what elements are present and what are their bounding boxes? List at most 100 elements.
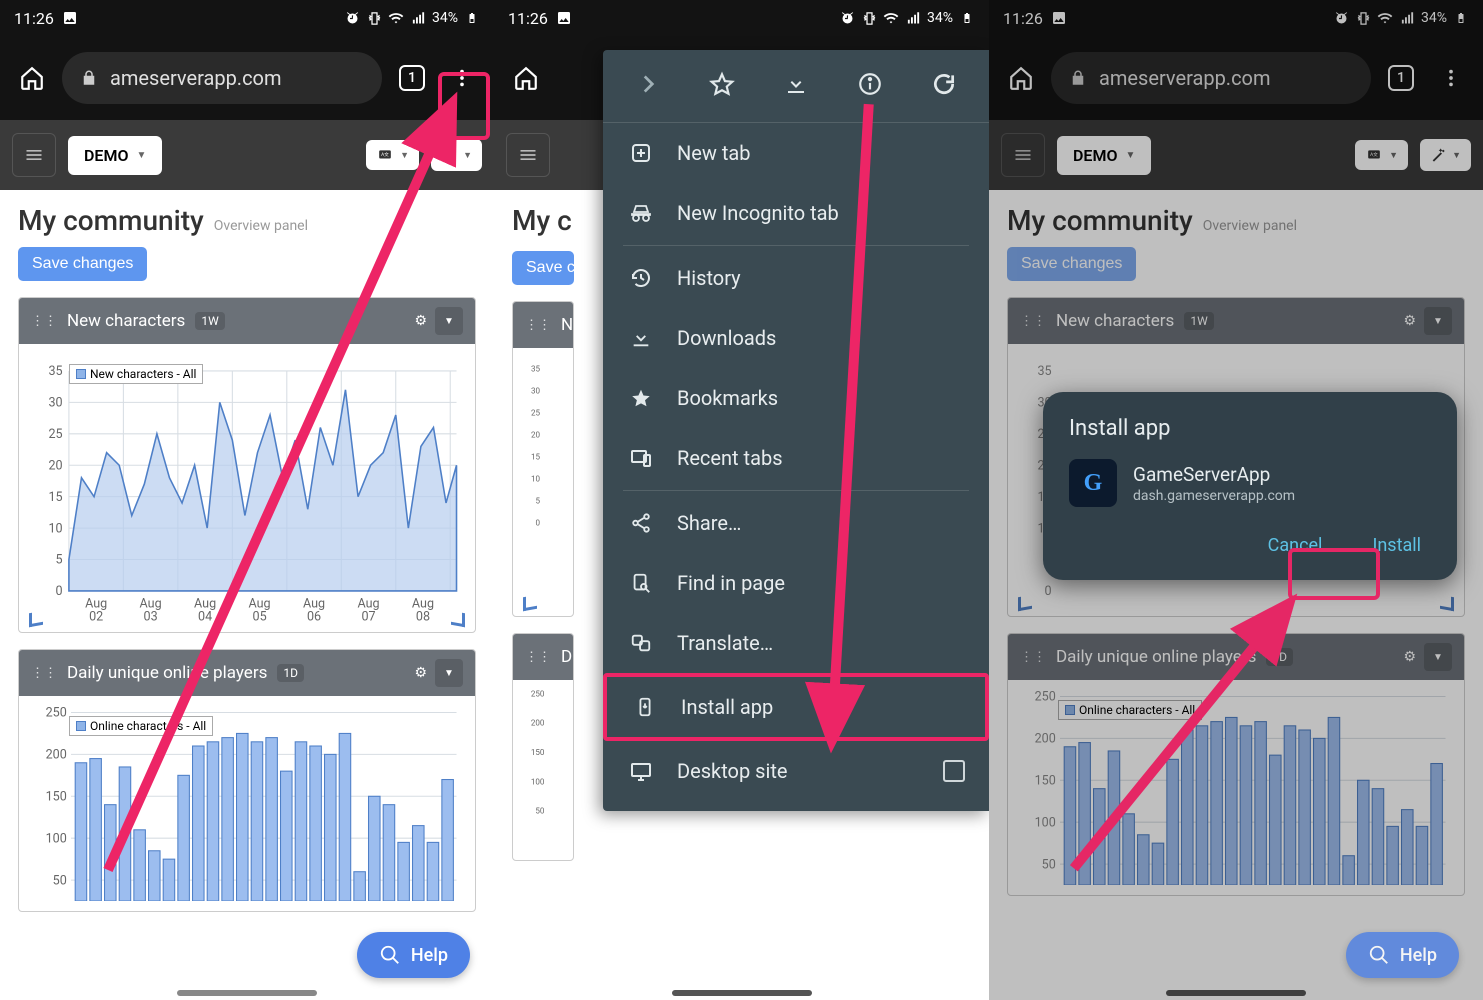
menu-install-app[interactable]: Install app	[603, 673, 989, 741]
svg-text:0: 0	[56, 584, 63, 599]
reload-button[interactable]	[924, 64, 964, 104]
star-icon	[627, 387, 655, 409]
help-button[interactable]: Help	[1346, 932, 1459, 978]
translate-icon: A文	[376, 148, 394, 162]
menu-history[interactable]: History	[603, 248, 989, 308]
menu-find-in-page[interactable]: Find in page	[603, 553, 989, 613]
bar-chart: Online characters - All 250200150 10050	[19, 696, 475, 911]
svg-text:20: 20	[531, 431, 541, 440]
caret-down-icon: ▼	[136, 150, 146, 161]
install-button[interactable]: Install	[1362, 529, 1431, 562]
timerange-badge: 1D	[277, 664, 304, 682]
cancel-button[interactable]: Cancel	[1258, 529, 1333, 562]
language-button[interactable]: A文 ▼	[366, 140, 419, 170]
svg-text:150: 150	[46, 790, 67, 805]
svg-text:07: 07	[361, 609, 375, 622]
menu-recent-tabs[interactable]: Recent tabs	[603, 428, 989, 488]
status-bar: 11:26 34%	[0, 0, 494, 36]
svg-text:100: 100	[531, 777, 545, 786]
svg-text:100: 100	[46, 832, 67, 847]
svg-text:08: 08	[416, 609, 430, 622]
chart-legend: New characters - All	[69, 364, 203, 384]
download-button[interactable]	[776, 64, 816, 104]
svg-text:30: 30	[48, 396, 62, 411]
page-title: My community	[18, 204, 204, 237]
svg-text:02: 02	[89, 609, 103, 622]
save-changes-button[interactable]: Save changes	[18, 247, 147, 281]
browser-menu-button[interactable]	[442, 58, 482, 98]
svg-text:50: 50	[535, 807, 545, 816]
svg-text:25: 25	[531, 409, 541, 418]
drag-handle-icon[interactable]: ⋮⋮	[31, 314, 57, 329]
card-header[interactable]: ⋮⋮ New characters 1W ⚙ ▼	[19, 298, 475, 344]
server-select[interactable]: DEMO▼	[68, 136, 162, 175]
install-app-dialog: Install app G GameServerApp dash.gameser…	[1043, 392, 1457, 580]
sidebar-toggle[interactable]	[506, 133, 550, 177]
card-new-characters: ⋮⋮N 35302520151050	[512, 301, 574, 617]
url-bar[interactable]: ameserverapp.com	[62, 52, 382, 104]
svg-text:25: 25	[48, 427, 62, 442]
tools-button[interactable]: ▼	[431, 139, 482, 171]
card-settings-icon[interactable]: ⚙	[414, 313, 427, 329]
app-name: GameServerApp	[1133, 463, 1295, 486]
svg-text:05: 05	[253, 609, 267, 622]
card-dropdown[interactable]: ▼	[435, 307, 463, 335]
help-button[interactable]: Help	[357, 932, 470, 978]
menu-bookmarks[interactable]: Bookmarks	[603, 368, 989, 428]
svg-text:250: 250	[531, 689, 545, 698]
home-button[interactable]	[12, 58, 52, 98]
svg-text:5: 5	[56, 553, 63, 568]
forward-button[interactable]	[628, 64, 668, 104]
card-header[interactable]: ⋮⋮ Daily unique online players 1D ⚙ ▼	[19, 650, 475, 696]
app-host: dash.gameserverapp.com	[1133, 488, 1295, 504]
app-toolbar: DEMO▼ A文 ▼ ▼	[0, 120, 494, 190]
svg-text:200: 200	[531, 719, 545, 728]
drag-handle-icon[interactable]: ⋮⋮	[31, 666, 57, 681]
checkbox[interactable]	[943, 760, 965, 782]
app-icon: G	[1069, 459, 1117, 507]
card-daily-players: ⋮⋮ Daily unique online players 1D ⚙ ▼ On…	[18, 649, 476, 912]
home-button[interactable]	[506, 58, 546, 98]
card-settings-icon[interactable]: ⚙	[414, 665, 427, 681]
menu-desktop-site[interactable]: Desktop site	[603, 741, 989, 801]
card-dropdown[interactable]: ▼	[435, 659, 463, 687]
sidebar-toggle[interactable]	[12, 133, 56, 177]
status-time: 11:26	[508, 9, 548, 28]
menu-incognito[interactable]: New Incognito tab	[603, 183, 989, 243]
chart-svg: 353025 201510 50 Aug02 Aug03 Aug04 Aug05…	[27, 350, 467, 622]
save-changes-button[interactable]: Save c	[512, 251, 574, 285]
page-content: My community Overview panel Save changes…	[0, 190, 494, 926]
tab-switcher[interactable]: 1	[392, 58, 432, 98]
nav-pill[interactable]	[177, 990, 317, 996]
nav-pill[interactable]	[672, 990, 812, 996]
svg-text:15: 15	[531, 453, 541, 462]
expand-icon[interactable]	[29, 611, 43, 627]
three-dots-icon	[451, 67, 473, 89]
bookmark-button[interactable]	[702, 64, 742, 104]
svg-text:03: 03	[144, 609, 158, 622]
wifi-icon	[388, 10, 404, 26]
line-chart: New characters - All 35 30 25	[19, 344, 475, 632]
svg-text:35: 35	[48, 364, 62, 379]
lock-icon	[80, 69, 98, 87]
svg-text:06: 06	[307, 609, 321, 622]
alarm-icon	[344, 10, 360, 26]
svg-text:30: 30	[531, 387, 541, 396]
menu-downloads[interactable]: Downloads	[603, 308, 989, 368]
share-icon	[627, 512, 655, 534]
menu-new-tab[interactable]: New tab	[603, 123, 989, 183]
expand-icon[interactable]	[451, 611, 465, 627]
menu-translate[interactable]: Translate…	[603, 613, 989, 673]
info-button[interactable]	[850, 64, 890, 104]
card-daily-players: ⋮⋮D 25020015010050	[512, 633, 574, 861]
magic-wand-icon	[441, 147, 457, 163]
find-icon	[627, 572, 655, 594]
menu-icon-row	[603, 50, 989, 123]
svg-text:0: 0	[536, 519, 541, 528]
chrome-overflow-menu: New tab New Incognito tab History Downlo…	[603, 50, 989, 811]
svg-text:10: 10	[531, 475, 541, 484]
browser-chrome-bar: ameserverapp.com 1	[0, 36, 494, 120]
svg-text:35: 35	[531, 365, 541, 374]
search-icon	[379, 944, 401, 966]
menu-share[interactable]: Share…	[603, 493, 989, 553]
